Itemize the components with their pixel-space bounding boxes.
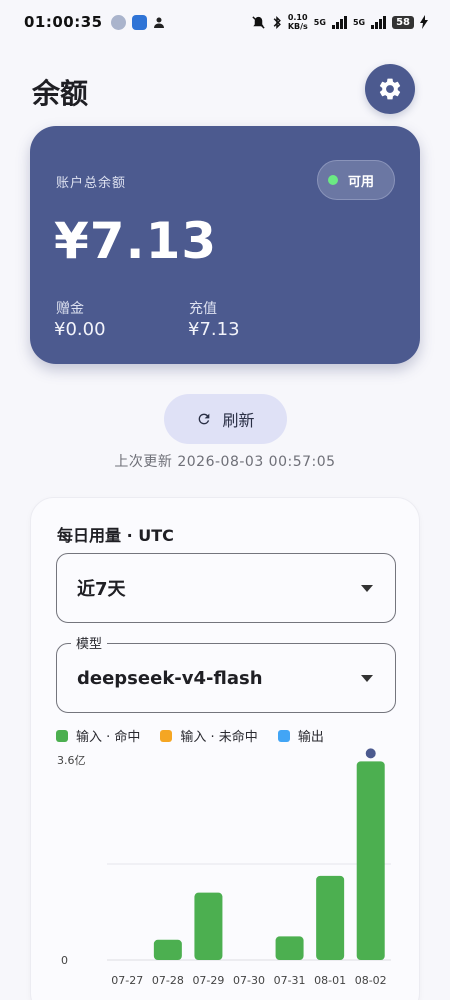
- net-type-2: 5G: [352, 17, 366, 27]
- y-tick-label: 3.6亿: [57, 754, 86, 767]
- avatar-icon: [110, 14, 126, 30]
- model-label: 模型: [71, 633, 108, 652]
- balance-label: 账户总余额: [56, 176, 127, 191]
- legend-item[interactable]: 输出: [277, 726, 324, 745]
- model-value: deepseek-v4-flash: [77, 667, 263, 689]
- legend-label-miss: 输入 · 未命中: [180, 730, 258, 745]
- x-tick-label: 07-31: [274, 974, 306, 987]
- usage-chart: 0 3.6亿 07-27 07-28 07-29 07-30 07-31 08-01 08-02: [57, 748, 391, 987]
- chart-bar: [316, 875, 345, 960]
- status-badge: 可用: [317, 160, 395, 200]
- balance-card: 账户总余额 可用 ¥7.13 赠金 ¥0.00 充值 ¥7.13: [30, 126, 420, 364]
- settings-button[interactable]: [365, 64, 415, 114]
- refresh-label: 刷新: [222, 411, 255, 430]
- model-dropdown[interactable]: 模型 deepseek-v4-flash: [56, 633, 396, 713]
- status-dot-icon: [328, 175, 338, 185]
- range-value: 近7天: [77, 579, 126, 600]
- topup-value: ¥7.13: [188, 319, 240, 340]
- legend-swatch-output: [277, 729, 290, 742]
- x-tick-label: 07-28: [152, 974, 184, 987]
- battery-level: 58: [392, 15, 414, 29]
- net-speed: 0.10 KB/s: [287, 13, 308, 31]
- last-updated-text: 上次更新 2026-08-03 00:57:05: [114, 454, 336, 470]
- bluetooth-icon: [273, 15, 281, 29]
- charging-icon: [420, 15, 428, 29]
- net-type-1: 5G: [313, 17, 326, 27]
- x-tick-label: 07-27: [111, 974, 143, 987]
- chart-bar: [356, 761, 385, 960]
- usage-title: 每日用量 · UTC: [57, 526, 174, 545]
- x-tick-label: 08-02: [355, 974, 387, 987]
- signal-icon: [331, 15, 347, 29]
- range-dropdown[interactable]: 近7天: [56, 553, 396, 623]
- page-title: 余额: [32, 77, 89, 110]
- x-tick-label: 08-01: [314, 974, 346, 987]
- y-tick-label: 0: [61, 954, 68, 967]
- legend-item[interactable]: 输入 · 命中: [56, 726, 140, 745]
- gear-icon: [379, 78, 401, 100]
- usb-icon: [131, 14, 147, 30]
- status-bar: 01:00:35 0.10 KB/s 5G 5G 58: [0, 0, 450, 44]
- mute-bell-icon: [252, 15, 265, 29]
- topup-label: 充值: [189, 301, 217, 317]
- chart-bar: [275, 936, 304, 960]
- refresh-icon: [199, 413, 210, 425]
- legend-swatch-miss: [160, 729, 173, 742]
- usage-card: 每日用量 · UTC 近7天 模型 deepseek-v4-flash 输入 ·…: [30, 497, 420, 1000]
- chart-bar: [194, 892, 223, 960]
- bonus-value: ¥0.00: [54, 319, 106, 340]
- legend-label-output: 输出: [297, 730, 324, 745]
- legend-item[interactable]: 输入 · 未命中: [160, 726, 258, 745]
- chart-legend: 输入 · 命中 输入 · 未命中 输出: [56, 726, 324, 745]
- bonus-label: 赠金: [56, 301, 84, 317]
- balance-amount: ¥7.13: [54, 212, 218, 270]
- refresh-button[interactable]: 刷新: [164, 394, 287, 444]
- signal-icon-2: [371, 15, 387, 29]
- status-text: 可用: [348, 174, 375, 190]
- legend-swatch-hit: [56, 729, 68, 742]
- x-tick-label: 07-30: [233, 974, 265, 987]
- chevron-down-icon: [361, 675, 373, 682]
- legend-label-hit: 输入 · 命中: [76, 730, 141, 745]
- status-time: 01:00:35: [24, 13, 103, 31]
- chart-bar: [153, 939, 182, 960]
- chevron-down-icon: [361, 585, 373, 592]
- bar-highlight-dot: [365, 748, 376, 759]
- x-tick-label: 07-29: [192, 974, 224, 987]
- person-icon: [153, 17, 164, 28]
